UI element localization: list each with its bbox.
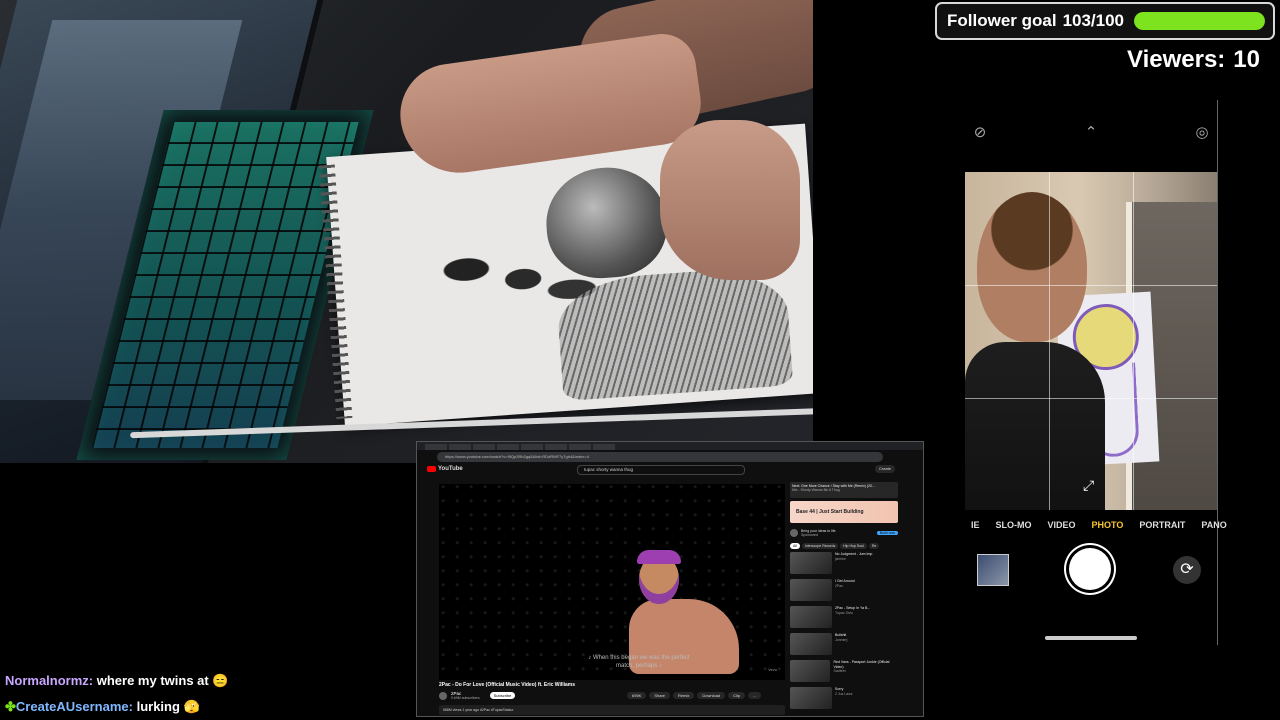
video-action-button[interactable]: Share xyxy=(649,692,671,699)
gallery-thumbnail[interactable] xyxy=(977,554,1009,586)
flip-camera-icon[interactable]: ⟳ xyxy=(1173,556,1201,584)
subscribe-button[interactable]: Subscribe xyxy=(489,692,516,699)
chat-emote-icon: 🫣 xyxy=(183,699,200,714)
recommendation-item[interactable]: Bullshit Jonmerj xyxy=(790,633,898,657)
chat-username[interactable]: CreateAUsername: xyxy=(16,699,133,714)
chevron-up-icon[interactable]: ⌃ xyxy=(1082,124,1100,142)
video-actions: 695K Share Remix Download Clip... xyxy=(627,692,762,699)
home-indicator xyxy=(1045,636,1137,640)
phone-camera-feed: ⊘ ⌃ ◎ ⤢ IE SLO-MO VIDEO PHOTO PORTRAIT PANO ⟳ xyxy=(965,100,1227,645)
recommendation-text: Bullshit Jonmerj xyxy=(835,633,848,642)
video-action-button[interactable]: ... xyxy=(748,692,762,699)
youtube-window: https://www.youtube.com/watch?v=f9Qp3Rb2… xyxy=(416,441,924,717)
follower-goal-fill xyxy=(1134,12,1265,30)
video-title: 2Pac - Do For Love (Official Music Video… xyxy=(439,682,576,688)
recommendation-item[interactable]: No Judgment - Jum Imp jsimlee xyxy=(790,552,898,576)
recommendation-text: I Get Around 2Pac xyxy=(835,579,855,588)
recommendation-text: No Judgment - Jum Imp jsimlee xyxy=(835,552,873,561)
recommendation-item[interactable]: I Get Around 2Pac xyxy=(790,579,898,603)
recommendation-thumbnail[interactable] xyxy=(790,633,832,655)
video-player[interactable]: ♪ When this began we was the perfect mat… xyxy=(439,484,785,680)
follower-goal-label: Follower goal xyxy=(947,11,1057,30)
video-action-button[interactable]: Clip xyxy=(728,692,746,699)
camera-top-bar: ⊘ ⌃ ◎ xyxy=(965,100,1217,170)
youtube-search-input[interactable]: tupac shorty wanna thug xyxy=(577,465,745,475)
chat-text: lurking xyxy=(132,699,184,714)
youtube-sidebar: Next: One More Chance / Stay with Me (Re… xyxy=(790,482,898,716)
recommendation-item[interactable]: 2Pac - Setup In Ya B... Tupac Oslo xyxy=(790,606,898,630)
filter-chips: All Interscope Records Hip Hop Soul Re xyxy=(790,543,898,549)
camera-mode-selector[interactable]: IE SLO-MO VIDEO PHOTO PORTRAIT PANO xyxy=(965,520,1227,536)
shutter-button[interactable] xyxy=(1069,548,1111,590)
camera-mode-pano[interactable]: PANO xyxy=(1201,520,1226,536)
create-button[interactable]: Create xyxy=(874,465,895,473)
recommendation-thumbnail[interactable] xyxy=(790,660,831,682)
recommendation-thumbnail[interactable] xyxy=(790,552,832,574)
up-next-card[interactable]: Next: One More Chance / Stay with Me (Re… xyxy=(790,482,898,498)
artist-head xyxy=(977,192,1087,342)
video-description[interactable]: 588M views 1 year ago #2Pac #TupacShakur xyxy=(439,705,785,715)
filter-chip[interactable]: Interscope Records xyxy=(801,543,839,549)
ad-cta-button[interactable]: Build now xyxy=(876,531,898,535)
viewers-number: 10 xyxy=(1233,46,1260,73)
sponsored-ad-banner[interactable]: Base 44 | Just Start Building xyxy=(790,501,898,523)
recommendation-text: Red Vans - Passport Junkie (Official Vid… xyxy=(833,660,890,673)
video-caption: ♪ When this began we was the perfect mat… xyxy=(588,655,690,669)
video-action-button[interactable]: Remix xyxy=(673,692,695,699)
expand-arrows-icon[interactable]: ⤢ xyxy=(1083,477,1094,494)
address-bar[interactable]: https://www.youtube.com/watch?v=f9Qp3Rb2… xyxy=(437,452,883,462)
camera-mode-video[interactable]: VIDEO xyxy=(1048,520,1076,536)
chat-username[interactable]: Normalnormz: xyxy=(5,673,93,688)
recommendation-thumbnail[interactable] xyxy=(790,606,832,628)
recommendation-text: Sorry 2 Jus Lawz xyxy=(835,687,853,696)
chat-badge-icon: ✤ xyxy=(5,699,16,714)
viewers-label: Viewers: xyxy=(1127,46,1226,73)
recommendation-list: No Judgment - Jum Imp jsimlee I Get Around… xyxy=(790,552,898,711)
follower-goal-count: 103/100 xyxy=(1062,11,1125,30)
recommendation-item[interactable]: Red Vans - Passport Junkie (Official Vid… xyxy=(790,660,898,684)
video-action-button[interactable]: Download xyxy=(697,692,726,699)
filter-chip[interactable]: All xyxy=(790,543,800,549)
vevo-watermark: Vevo xyxy=(768,667,777,672)
channel-row: 2Pac 9.69M subscribers Subscribe xyxy=(439,691,516,700)
youtube-play-icon xyxy=(427,466,436,472)
youtube-logo[interactable]: YouTube xyxy=(427,466,463,472)
chat-message: ✤CreateAUsername: lurking 🫣 xyxy=(5,694,405,720)
live-photo-off-icon[interactable]: ◎ xyxy=(1193,124,1211,142)
desk-camera-feed xyxy=(0,0,813,463)
chat-emote-icon: 😑 xyxy=(212,673,229,688)
channel-avatar[interactable] xyxy=(439,691,447,700)
browser-tabs xyxy=(417,442,923,450)
viewer-count: Viewers: 10 xyxy=(1127,46,1260,74)
youtube-header: YouTube tupac shorty wanna thug Create xyxy=(417,462,923,476)
camera-mode-portrait[interactable]: PORTRAIT xyxy=(1139,520,1185,536)
camera-mode-ie[interactable]: IE xyxy=(971,520,980,536)
video-action-button[interactable]: 695K xyxy=(627,692,647,699)
chat-overlay: Normalnormz: where my twins at 😑 ✤CreateA… xyxy=(5,668,405,720)
chat-message: Normalnormz: where my twins at 😑 xyxy=(5,668,405,694)
follower-goal-bar xyxy=(1134,12,1265,30)
drawing-hand xyxy=(660,120,800,280)
camera-mode-photo[interactable]: PHOTO xyxy=(1092,520,1124,536)
recommendation-thumbnail[interactable] xyxy=(790,579,832,601)
follower-goal-widget: Follower goal 103/100 xyxy=(935,2,1275,40)
filter-chip[interactable]: Re xyxy=(868,543,880,549)
recommendation-item[interactable]: Sorry 2 Jus Lawz xyxy=(790,687,898,711)
flash-off-icon[interactable]: ⊘ xyxy=(971,124,989,142)
recommendation-thumbnail[interactable] xyxy=(790,687,832,709)
sponsored-ad-info: Bring your ideas to life Sponsored Build… xyxy=(790,526,898,540)
chat-text: where my twins at xyxy=(93,673,213,688)
channel-subscribers: 9.69M subscribers xyxy=(451,696,480,700)
camera-mode-slo-mo[interactable]: SLO-MO xyxy=(996,520,1032,536)
filter-chip[interactable]: Hip Hop Soul xyxy=(840,543,867,549)
recommendation-text: 2Pac - Setup In Ya B... Tupac Oslo xyxy=(835,606,871,615)
camera-viewfinder[interactable]: ⤢ xyxy=(965,172,1217,510)
